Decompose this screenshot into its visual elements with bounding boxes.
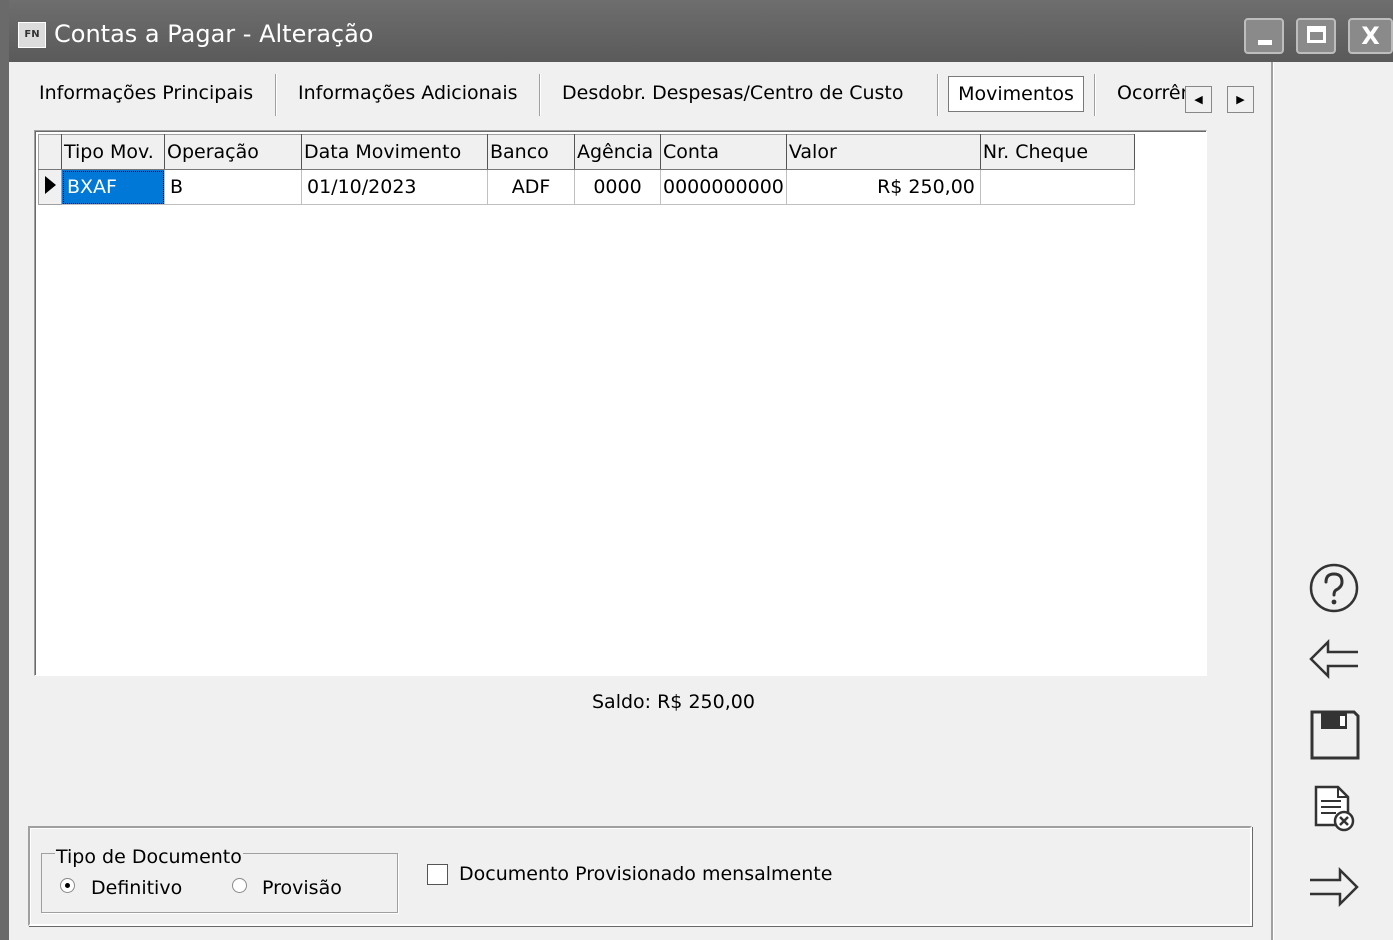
sidebar-divider <box>1271 62 1274 940</box>
column-header-agencia[interactable]: Agência <box>574 134 661 170</box>
forward-arrow-icon[interactable] <box>1306 862 1362 912</box>
save-icon[interactable] <box>1306 710 1362 760</box>
tab-scroll-left-button[interactable]: ◀ <box>1185 86 1212 113</box>
title-bar[interactable]: FN Contas a Pagar - Alteração <box>9 0 1393 62</box>
tab-scroll-right-button[interactable]: ▶ <box>1227 86 1254 113</box>
maximize-icon <box>1307 26 1326 43</box>
window: FN Contas a Pagar - Alteração X Informaç… <box>0 0 1393 940</box>
radio-definitivo[interactable] <box>60 878 75 893</box>
tab-informacoes-principais[interactable]: Informações Principais <box>39 82 253 104</box>
movements-grid[interactable]: Tipo Mov. Operação Data Movimento Banco … <box>38 134 1135 205</box>
tab-separator <box>1094 74 1096 116</box>
column-header-valor[interactable]: Valor <box>785 134 981 170</box>
saldo-label: Saldo: R$ 250,00 <box>592 691 755 713</box>
help-icon[interactable] <box>1306 563 1362 613</box>
column-header-nr-cheque[interactable]: Nr. Cheque <box>979 134 1135 170</box>
cell-conta[interactable]: 0000000000 <box>660 169 787 205</box>
radio-provisao-label[interactable]: Provisão <box>262 877 342 899</box>
row-pointer-icon <box>44 175 56 194</box>
back-arrow-icon[interactable] <box>1306 634 1362 684</box>
tab-informacoes-adicionais[interactable]: Informações Adicionais <box>298 82 518 104</box>
triangle-left-icon: ◀ <box>1194 93 1203 106</box>
close-icon: X <box>1361 22 1380 50</box>
movements-grid-panel[interactable]: Tipo Mov. Operação Data Movimento Banco … <box>34 130 1207 676</box>
radio-provisao[interactable] <box>232 878 247 893</box>
row-indicator[interactable] <box>38 169 62 205</box>
cell-valor[interactable]: R$ 250,00 <box>785 169 981 205</box>
triangle-right-icon: ▶ <box>1236 93 1245 106</box>
column-header-data-movimento[interactable]: Data Movimento <box>301 134 488 170</box>
app-icon: FN <box>18 22 46 48</box>
tab-ocorrencias[interactable]: Ocorrências <box>1117 82 1187 104</box>
window-title: Contas a Pagar - Alteração <box>54 20 374 48</box>
minimize-icon <box>1258 40 1272 45</box>
tab-strip: Informações Principais Informações Adici… <box>9 62 1271 128</box>
tab-separator <box>539 74 541 116</box>
column-header-conta[interactable]: Conta <box>660 134 787 170</box>
grid-corner-header <box>38 134 62 170</box>
tab-movimentos[interactable]: Movimentos <box>948 76 1084 112</box>
tab-separator <box>275 74 277 116</box>
minimize-button[interactable] <box>1244 18 1284 54</box>
tipo-documento-legend: Tipo de Documento <box>55 846 243 868</box>
column-header-operacao[interactable]: Operação <box>164 134 302 170</box>
radio-definitivo-label[interactable]: Definitivo <box>91 877 182 899</box>
column-header-banco[interactable]: Banco <box>487 134 575 170</box>
provisionado-checkbox[interactable] <box>427 864 448 885</box>
cell-agencia[interactable]: 0000 <box>574 169 661 205</box>
window-left-edge <box>0 0 9 940</box>
cell-nr-cheque[interactable] <box>979 169 1135 205</box>
maximize-button[interactable] <box>1296 18 1336 54</box>
cell-operacao[interactable]: B <box>164 169 302 205</box>
tab-separator <box>937 74 939 116</box>
cell-tipo-mov[interactable]: BXAF <box>61 169 165 205</box>
table-row[interactable]: BXAF B 01/10/2023 ADF 0000 0000000000 R$… <box>38 169 1135 205</box>
close-button[interactable]: X <box>1348 18 1393 54</box>
provisionado-checkbox-label[interactable]: Documento Provisionado mensalmente <box>459 863 832 885</box>
cancel-document-icon[interactable] <box>1306 785 1362 835</box>
cell-banco[interactable]: ADF <box>487 169 575 205</box>
tab-desdobr-despesas[interactable]: Desdobr. Despesas/Centro de Custo <box>562 82 904 104</box>
cell-data-movimento[interactable]: 01/10/2023 <box>301 169 488 205</box>
grid-header-row: Tipo Mov. Operação Data Movimento Banco … <box>38 134 1135 170</box>
column-header-tipo-mov[interactable]: Tipo Mov. <box>61 134 165 170</box>
